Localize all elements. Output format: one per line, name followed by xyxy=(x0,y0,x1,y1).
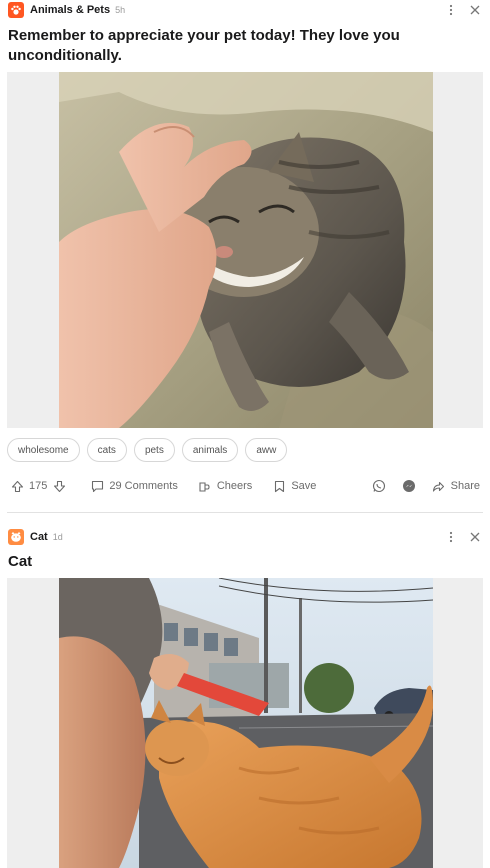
save-label: Save xyxy=(291,480,317,492)
post-media[interactable] xyxy=(7,578,483,868)
cat-petting-photo xyxy=(7,72,483,428)
post-time: 1d xyxy=(52,532,63,542)
vote-count: 175 xyxy=(29,480,48,492)
header-actions xyxy=(444,530,482,544)
cheers-label: Cheers xyxy=(216,480,253,492)
post-divider xyxy=(7,512,483,513)
header-actions xyxy=(444,3,482,17)
comments-label: 29 Comments xyxy=(109,480,178,492)
post-1: Animals & Pets 5h Remember to appreciate… xyxy=(0,0,490,496)
whatsapp-icon[interactable] xyxy=(372,479,386,493)
share-actions: Share xyxy=(372,479,480,493)
tag-chip[interactable]: wholesome xyxy=(7,438,80,462)
cat-treat-photo xyxy=(7,578,483,868)
community-name[interactable]: Cat xyxy=(30,531,48,543)
messenger-icon[interactable] xyxy=(402,479,416,493)
share-label: Share xyxy=(450,480,480,492)
share-arrow-icon xyxy=(432,479,446,493)
post-title[interactable]: Cat xyxy=(0,552,490,572)
share-button[interactable]: Share xyxy=(432,479,480,493)
close-icon[interactable] xyxy=(468,3,482,17)
tag-chip[interactable]: pets xyxy=(133,438,175,462)
tag-chip[interactable]: aww xyxy=(245,438,288,462)
post-2: Cat 1d Cat xyxy=(0,527,490,868)
bookmark-icon xyxy=(272,479,286,493)
comments-button[interactable]: 29 Comments xyxy=(90,479,178,493)
post-title[interactable]: Remember to appreciate your pet today! T… xyxy=(0,26,490,66)
community-avatar[interactable] xyxy=(8,529,24,545)
post-time: 5h xyxy=(115,5,126,15)
arrow-down-icon[interactable] xyxy=(52,479,66,493)
more-vertical-icon[interactable] xyxy=(444,3,458,17)
post-header: Animals & Pets 5h xyxy=(0,0,490,20)
arrow-up-icon[interactable] xyxy=(10,479,24,493)
post-actions: 175 29 Comments Cheers Save Share xyxy=(0,476,490,496)
paw-icon xyxy=(11,5,21,15)
comment-icon xyxy=(90,479,104,493)
save-button[interactable]: Save xyxy=(272,479,316,493)
close-icon[interactable] xyxy=(468,530,482,544)
post-media[interactable] xyxy=(7,72,483,428)
tag-chip[interactable]: cats xyxy=(86,438,127,462)
cheers-icon xyxy=(198,479,212,493)
cat-face-icon xyxy=(11,531,21,542)
vote-control: 175 xyxy=(10,479,66,493)
tag-list: wholesome cats pets animals aww xyxy=(0,438,490,462)
community-name[interactable]: Animals & Pets xyxy=(30,4,110,16)
post-header: Cat 1d xyxy=(0,527,490,547)
tag-chip[interactable]: animals xyxy=(181,438,239,462)
cheers-button[interactable]: Cheers xyxy=(198,479,252,493)
community-avatar[interactable] xyxy=(8,2,24,18)
more-vertical-icon[interactable] xyxy=(444,530,458,544)
